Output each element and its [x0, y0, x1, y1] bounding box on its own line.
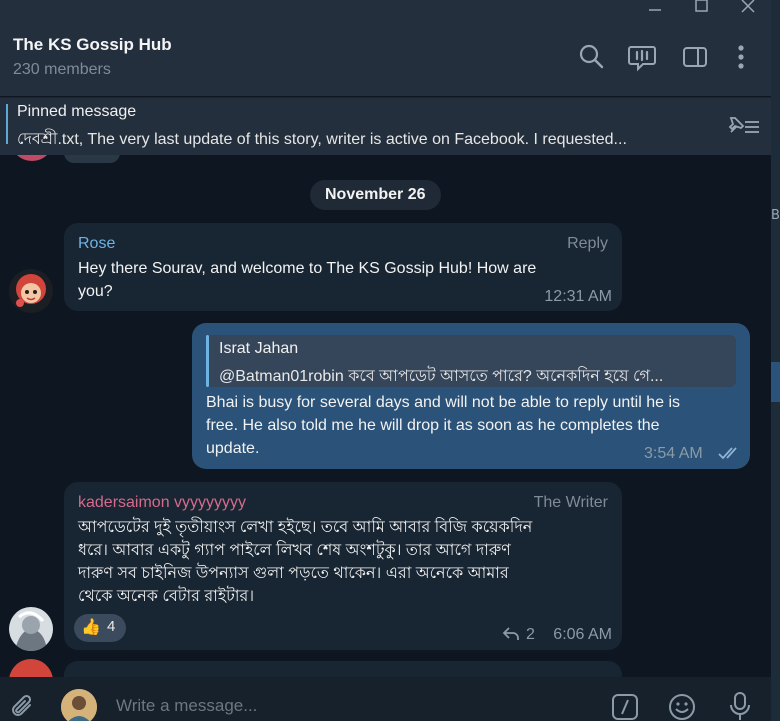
message-line: থেকে অনেক বেটার রাইটার।: [78, 588, 255, 605]
double-check-icon: [718, 447, 737, 460]
message-bubble-writer[interactable]: kadersaimon vyyyyyyyy The Writer আপডেটের…: [64, 482, 622, 650]
message-bubble-outgoing[interactable]: Israt Jahan @Batman01robin কবে আপডেট আসত…: [192, 323, 750, 469]
quoted-reply[interactable]: Israt Jahan @Batman01robin কবে আপডেট আসত…: [206, 335, 736, 387]
message-line: update.: [206, 440, 260, 457]
member-count: 230 members: [13, 61, 111, 78]
attach-icon[interactable]: [10, 693, 36, 721]
bot-commands-icon[interactable]: [611, 693, 639, 721]
message-line: আপডেটের দুই তৃতীয়াংস লেখা হইছে। তবে আমি…: [78, 519, 533, 536]
search-icon[interactable]: [577, 42, 607, 72]
date-separator: November 26: [310, 180, 441, 210]
emoji-icon[interactable]: [668, 693, 696, 721]
message-line: Hey there Sourav, and welcome to The KS …: [78, 260, 537, 277]
message-line: Bhai is busy for several days and will n…: [206, 394, 681, 411]
sender-name[interactable]: kadersaimon vyyyyyyyy: [78, 494, 246, 512]
rose-avatar[interactable]: [9, 269, 53, 313]
quote-accent-bar: [206, 335, 209, 387]
send-as-avatar[interactable]: [61, 689, 97, 721]
thumbs-up-icon: 👍: [81, 617, 101, 636]
message-bubble-rose[interactable]: Rose Reply Hey there Sourav, and welcome…: [64, 223, 622, 311]
close-icon[interactable]: [740, 0, 756, 22]
pinned-message-bar[interactable]: Pinned message দেবশ্রী.txt, The very las…: [0, 97, 771, 156]
reaction-chip[interactable]: 👍 4: [74, 614, 126, 642]
telegram-window: The KS Gossip Hub 230 members Pinned mes…: [0, 0, 771, 721]
message-list[interactable]: November 26 Rose Reply Hey there Sourav,…: [0, 155, 771, 677]
sidebar-toggle-icon[interactable]: [680, 42, 710, 72]
writer-role-label: The Writer: [533, 494, 608, 511]
message-input[interactable]: Write a message...: [116, 696, 257, 716]
reply-count[interactable]: 2: [526, 626, 535, 644]
message-line: you?: [78, 283, 113, 300]
message-line: দারুণ সব চাইনিজ উপন্যাস গুলা পড়তে থাকেন…: [78, 565, 509, 582]
chat-header[interactable]: The KS Gossip Hub 230 members: [0, 22, 771, 96]
more-options-icon[interactable]: [726, 42, 756, 72]
message-time: 12:31 AM: [544, 288, 612, 305]
microphone-icon[interactable]: [728, 691, 752, 721]
pinned-title: Pinned message: [17, 103, 137, 120]
avatar[interactable]: [10, 155, 54, 161]
quoted-sender: Israt Jahan: [219, 340, 299, 357]
previous-reaction: [64, 155, 120, 163]
message-bubble-partial[interactable]: [64, 661, 622, 677]
edge-fragment: B: [771, 208, 780, 223]
edge-highlight: [771, 362, 780, 402]
rose-avatar[interactable]: [9, 659, 53, 677]
message-composer: Write a message...: [0, 677, 771, 721]
minimize-icon[interactable]: [648, 0, 662, 22]
background-window-edge: B: [771, 0, 780, 721]
reaction-count: 4: [107, 618, 116, 635]
chat-title[interactable]: The KS Gossip Hub: [13, 35, 172, 55]
quoted-text: @Batman01robin কবে আপডেট আসতে পারে? অনেক…: [219, 368, 664, 385]
video-chat-icon[interactable]: [627, 42, 657, 72]
maximize-icon[interactable]: [694, 0, 710, 22]
sender-name[interactable]: Rose: [78, 235, 115, 253]
reply-arrow-icon[interactable]: [502, 626, 520, 642]
message-time: 6:06 AM: [553, 626, 612, 643]
pinned-list-icon[interactable]: [725, 112, 761, 140]
writer-avatar[interactable]: [9, 607, 53, 651]
pinned-text: দেবশ্রী.txt, The very last update of thi…: [17, 131, 627, 148]
window-titlebar: [0, 0, 771, 22]
message-time: 3:54 AM: [644, 445, 703, 462]
reply-label[interactable]: Reply: [567, 235, 608, 253]
pinned-accent-bar: [6, 104, 8, 144]
message-line: ধরে। আবার একটু গ্যাপ পাইলে লিখব শেষ অংশট…: [78, 542, 511, 559]
message-line: free. He also told me he will drop it as…: [206, 417, 660, 434]
